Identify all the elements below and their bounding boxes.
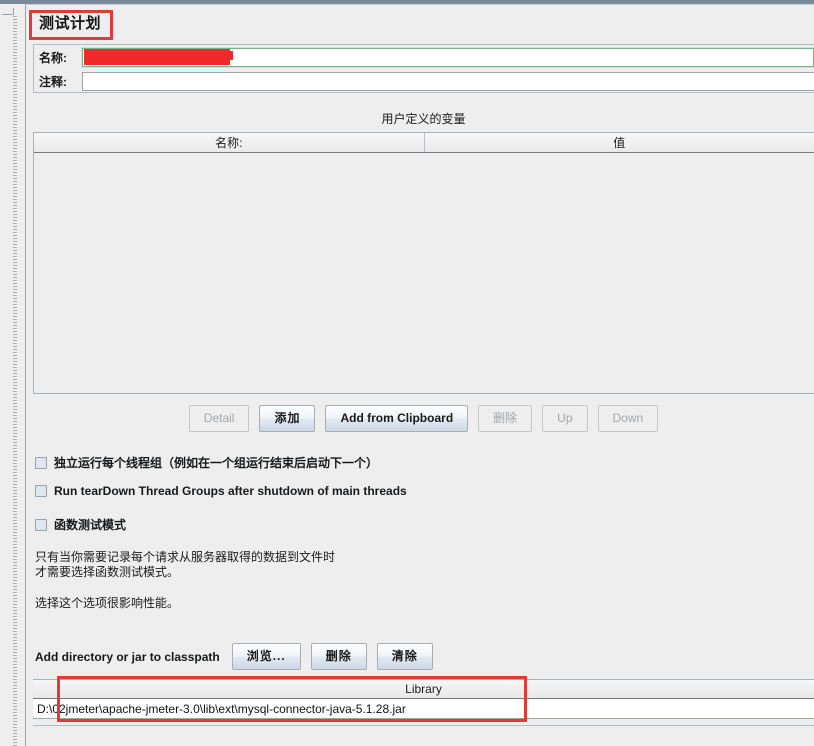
column-header-value[interactable]: 值 [424,133,814,152]
page-title-annotation-box: 测试计划 [29,10,114,40]
table-header-row: 名称: 值 [34,133,814,153]
variable-action-buttons: Detail 添加 Add from Clipboard 删除 Up Down [33,405,814,432]
split-pane-divider[interactable] [0,4,26,746]
option-functional-test-mode[interactable]: 函数测试模式 [35,516,126,533]
option-label: 独立运行每个线程组（例如在一个组运行结束后启动下一个） [54,456,379,470]
user-defined-variables-title: 用户定义的变量 [381,112,466,126]
option-label: Run tearDown Thread Groups after shutdow… [54,484,407,498]
column-header-name[interactable]: 名称: [34,133,425,152]
test-plan-form: 名称: 注释: [33,44,814,93]
option-run-teardown[interactable]: Run tearDown Thread Groups after shutdow… [35,484,407,498]
checkbox-functional-test-mode[interactable] [35,518,47,531]
panel-bottom-filler [33,728,814,746]
detail-button[interactable]: Detail [188,405,250,432]
test-plan-content-panel: 测试计划 名称: 注释: 用户定义的变量 名称: 值 Detail 添加 Add… [27,4,814,746]
note-line-1: 只有当你需要记录每个请求从服务器取得的数据到文件时 [35,550,336,564]
user-defined-variables-table: 名称: 值 [33,132,814,394]
library-table-empty-area[interactable] [33,719,814,726]
library-table: Library D:\02jmeter\apache-jmeter-3.0\li… [33,679,814,726]
add-from-clipboard-button[interactable]: Add from Clipboard [325,405,469,432]
library-path-cell: D:\02jmeter\apache-jmeter-3.0\lib\ext\my… [37,701,406,716]
comment-label: 注释: [39,74,67,89]
down-button[interactable]: Down [597,405,659,432]
table-body-empty[interactable] [34,153,814,393]
option-label: 函数测试模式 [54,518,127,532]
jmeter-test-plan-window: 测试计划 名称: 注释: 用户定义的变量 名称: 值 Detail 添加 Add… [0,0,814,746]
redacted-name-overlay [84,48,233,65]
browse-button[interactable]: 浏览... [231,643,301,670]
classpath-clear-button[interactable]: 清除 [376,643,433,670]
page-title: 测试计划 [39,15,102,32]
delete-button[interactable]: 删除 [478,405,533,432]
checkbox-run-thread-groups-serially[interactable] [35,456,47,469]
split-pane-grip-dots[interactable] [13,16,17,746]
classpath-delete-button[interactable]: 删除 [310,643,367,670]
note-line-3: 选择这个选项很影响性能。 [35,596,180,610]
table-row[interactable]: D:\02jmeter\apache-jmeter-3.0\lib\ext\my… [33,699,814,719]
comment-row: 注释: [34,69,814,93]
comment-input[interactable] [82,71,814,91]
library-table-header[interactable]: Library [33,680,814,699]
column-header-library: Library [405,682,442,696]
classpath-controls: Add directory or jar to classpath 浏览... … [35,643,433,670]
split-pane-corner [2,8,14,15]
name-label: 名称: [39,50,67,65]
add-button[interactable]: 添加 [259,405,316,432]
name-row: 名称: [34,45,814,69]
up-button[interactable]: Up [542,405,588,432]
name-input[interactable] [81,46,814,68]
classpath-label: Add directory or jar to classpath [35,649,220,664]
checkbox-run-teardown[interactable] [35,485,47,497]
option-run-thread-groups-serially[interactable]: 独立运行每个线程组（例如在一个组运行结束后启动下一个） [35,454,378,471]
note-line-2: 才需要选择函数测试模式。 [35,565,180,579]
